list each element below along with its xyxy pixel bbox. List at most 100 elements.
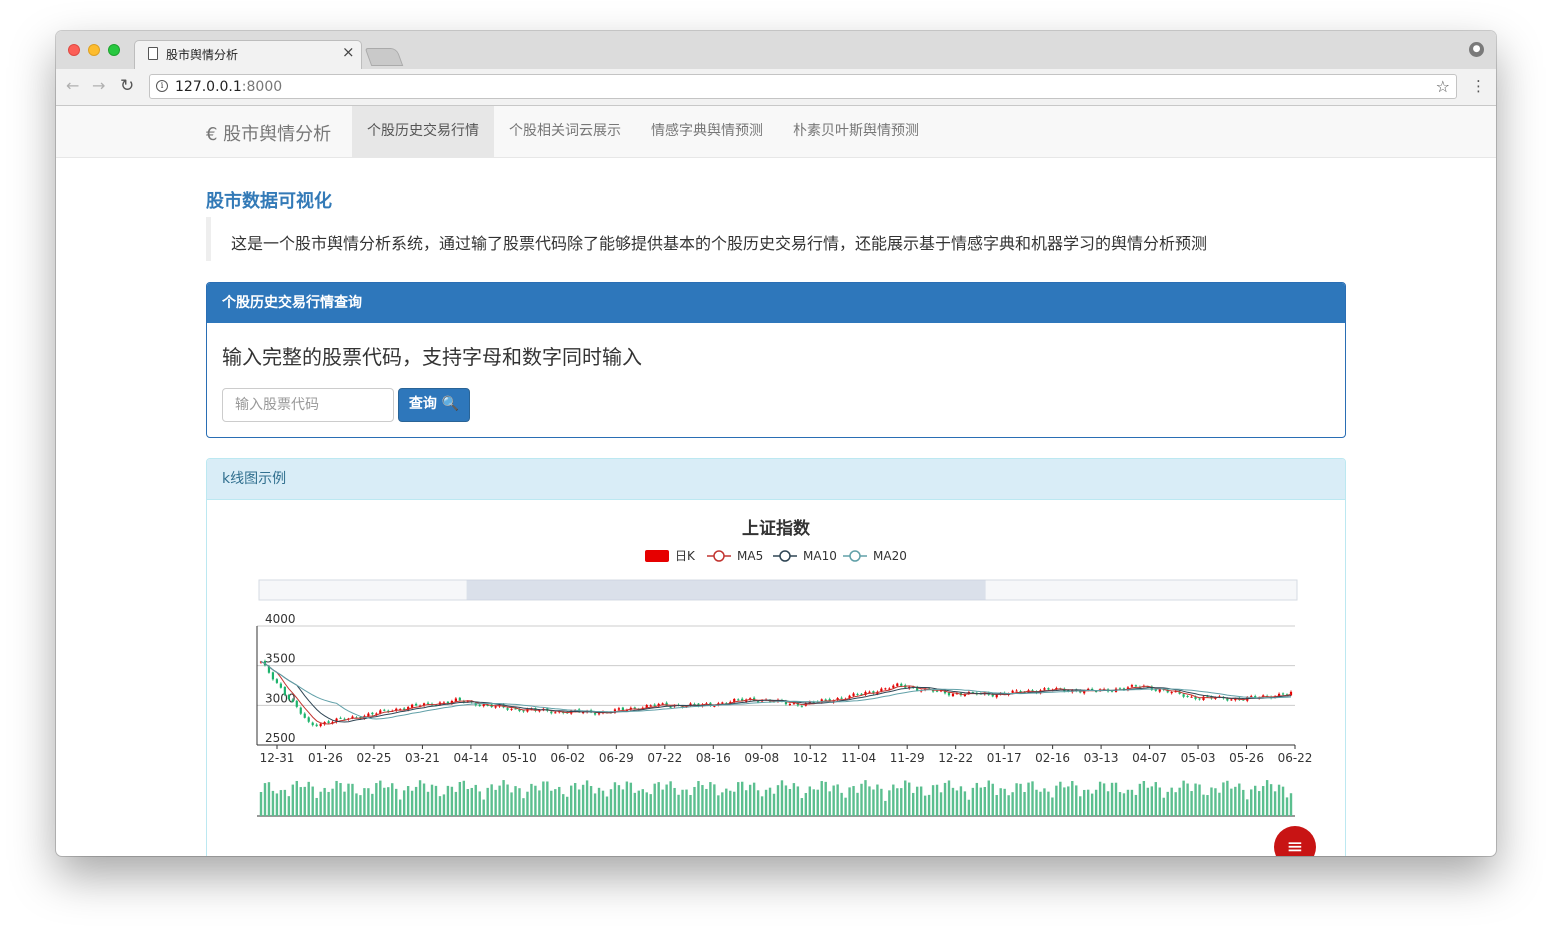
volume-bar <box>279 790 283 816</box>
volume-bar <box>824 781 827 816</box>
volume-bar <box>776 785 780 816</box>
volume-bar <box>864 780 867 816</box>
candle-body <box>414 703 418 706</box>
volume-bar <box>1285 797 1289 816</box>
volume-bar <box>737 782 740 816</box>
volume-bar <box>347 783 350 816</box>
volume-bar <box>1007 795 1010 816</box>
new-tab-button[interactable] <box>364 48 404 66</box>
volume-bar <box>888 790 891 816</box>
volume-bar <box>1170 787 1173 816</box>
reload-icon[interactable]: ↻ <box>120 77 134 95</box>
kline-chart[interactable]: 上证指数日K MA5 MA10 MA20 4000 3500 3000 2500 12-31 01… <box>207 500 1345 856</box>
volume-bar <box>1150 786 1154 816</box>
legend-label: MA5 <box>737 549 763 563</box>
volume-bar <box>943 782 947 816</box>
volume-bar <box>1098 781 1102 816</box>
volume-bar <box>931 785 935 816</box>
volume-bar <box>1242 789 1245 816</box>
volume-bar <box>709 782 712 816</box>
tab-strip: 股市舆情分析 × ● <box>56 31 1496 71</box>
volume-bar <box>442 794 446 816</box>
volume-bar <box>657 782 660 816</box>
description-quote: 这是一个股市舆情分析系统，通过输了股票代码除了能够提供基本的个股历史交易行情，还… <box>206 217 1346 261</box>
url-host: 127.0.0.1 <box>175 79 242 95</box>
close-window-button[interactable] <box>68 44 80 56</box>
volume-bar <box>1246 799 1249 816</box>
volume-bar <box>1198 784 1201 816</box>
volume-bar <box>546 781 549 816</box>
volume-bar <box>379 780 382 816</box>
volume-bar <box>1250 789 1253 816</box>
tab-close-icon[interactable]: × <box>342 44 355 60</box>
volume-bar <box>359 795 362 816</box>
volume-bar <box>884 800 887 816</box>
maximize-window-button[interactable] <box>108 44 120 56</box>
volume-bar <box>1222 782 1225 816</box>
volume-bar <box>629 782 633 816</box>
legend-marker-ma10 <box>779 550 791 562</box>
candle-body <box>411 704 414 708</box>
volume-bar <box>275 793 279 816</box>
x-tick-label: 11-29 <box>890 751 925 765</box>
volume-bar <box>295 780 298 816</box>
candle-body <box>1281 693 1285 695</box>
candle-body <box>522 710 525 712</box>
volume-bar <box>1110 782 1114 816</box>
stock-code-input[interactable] <box>222 388 394 422</box>
candle-body <box>649 705 652 707</box>
nav-item-bayes[interactable]: 朴素贝叶斯舆情预测 <box>778 106 934 157</box>
candle-body <box>1190 696 1193 698</box>
volume-bar <box>291 784 295 816</box>
x-tick-label: 06-22 <box>1278 751 1313 765</box>
volume-bar <box>772 793 776 816</box>
legend-label: MA20 <box>873 549 907 563</box>
volume-bar <box>414 786 418 816</box>
nav-item-dictionary[interactable]: 情感字典舆情预测 <box>636 106 778 157</box>
volume-bar <box>530 783 533 816</box>
volume-bar <box>335 780 338 816</box>
y-tick-label: 2500 <box>265 731 296 745</box>
volume-bar <box>1214 788 1217 816</box>
volume-bar <box>625 781 629 816</box>
volume-bar <box>959 786 963 816</box>
candle-body <box>307 717 310 722</box>
volume-bar <box>331 788 334 816</box>
volume-bar <box>1202 794 1205 816</box>
volume-bar <box>828 791 831 816</box>
volume-bar <box>363 788 366 816</box>
volume-bar <box>621 789 625 816</box>
nav-item-history[interactable]: 个股历史交易行情 <box>352 106 494 157</box>
back-arrow-icon[interactable]: ← <box>66 77 79 95</box>
address-bar[interactable]: i 127.0.0.1:8000 ☆ <box>149 74 1457 99</box>
volume-bar <box>410 790 414 816</box>
info-icon[interactable]: i <box>156 80 168 92</box>
volume-bar <box>800 798 804 816</box>
browser-menu-icon[interactable]: ⋮ <box>1471 77 1486 95</box>
volume-bar <box>892 784 895 816</box>
candle-body <box>1158 689 1161 692</box>
candle-body <box>510 708 513 710</box>
volume-bar <box>705 788 708 816</box>
forward-arrow-icon[interactable]: → <box>92 77 105 95</box>
y-tick-label: 3500 <box>265 652 296 666</box>
volume-bar <box>975 782 979 816</box>
x-tick-label: 04-07 <box>1132 751 1167 765</box>
navbar-brand[interactable]: € 股市舆情分析 <box>206 120 331 146</box>
bookmark-star-icon[interactable]: ☆ <box>1436 77 1450 96</box>
minimize-window-button[interactable] <box>88 44 100 56</box>
volume-bar <box>339 783 342 816</box>
volume-bar <box>768 787 772 816</box>
volume-bar <box>1257 791 1261 816</box>
search-button[interactable]: 查询 🔍 <box>398 388 470 422</box>
volume-bar <box>1067 786 1070 816</box>
volume-bar <box>808 786 812 816</box>
volume-bar <box>470 787 473 816</box>
datazoom-selection <box>466 580 986 600</box>
volume-bar <box>752 782 756 816</box>
profile-icon[interactable]: ● <box>1469 42 1484 57</box>
candle-body <box>275 679 279 683</box>
volume-bar <box>904 780 907 816</box>
x-tick-label: 02-16 <box>1035 751 1070 765</box>
nav-item-wordcloud[interactable]: 个股相关词云展示 <box>494 106 636 157</box>
